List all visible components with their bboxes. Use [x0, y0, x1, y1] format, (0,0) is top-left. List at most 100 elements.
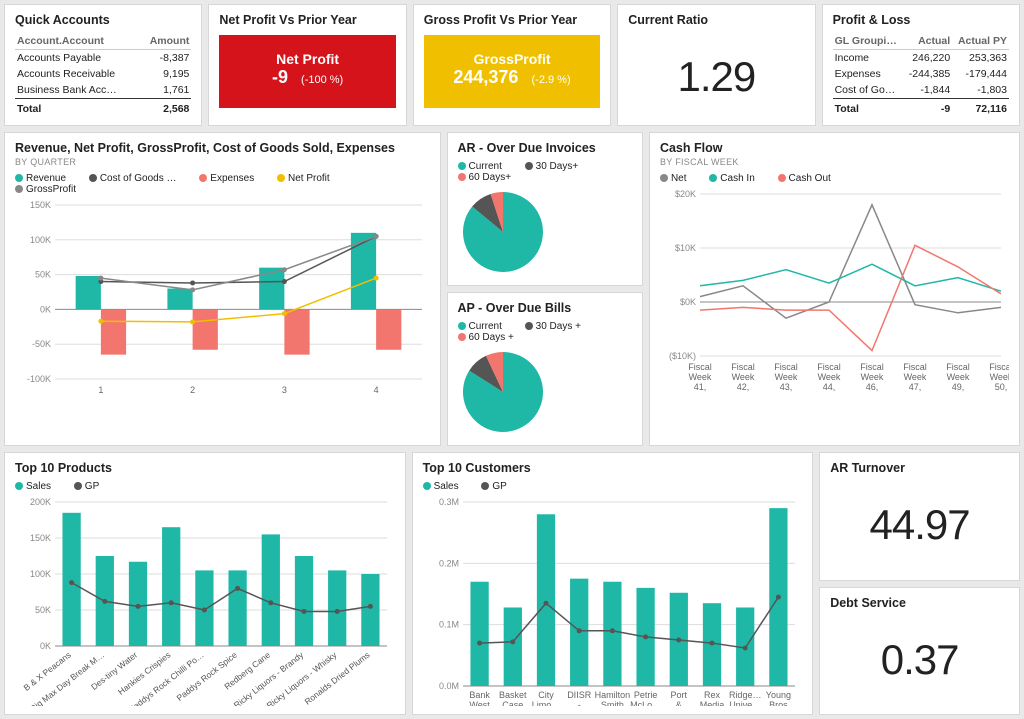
svg-text:West: West: [469, 700, 490, 706]
svg-text:Week: Week: [904, 372, 927, 382]
svg-text:Week: Week: [861, 372, 884, 382]
kpi-box: Net Profit -9 (-100 %): [219, 35, 395, 108]
profit-loss-table: GL Groupi…ActualActual PY Income246,2202…: [833, 33, 1009, 117]
net-profit-kpi-card[interactable]: Net Profit Vs Prior Year Net Profit -9 (…: [208, 4, 406, 126]
svg-text:Unive…: Unive…: [729, 700, 761, 706]
svg-text:Week: Week: [947, 372, 970, 382]
svg-text:43,: 43,: [780, 382, 793, 392]
svg-text:Young: Young: [765, 690, 790, 700]
svg-text:Smith: Smith: [600, 700, 623, 706]
svg-text:0K: 0K: [40, 304, 51, 314]
svg-text:Hamilton: Hamilton: [594, 690, 630, 700]
svg-text:$0K: $0K: [680, 297, 696, 307]
svg-text:50K: 50K: [35, 270, 51, 280]
svg-text:47,: 47,: [909, 382, 922, 392]
svg-text:McLo…: McLo…: [630, 700, 661, 706]
svg-text:3: 3: [282, 385, 287, 395]
cashflow-chart: ($10K)$0K$10K$20KFiscalWeek41,FiscalWeek…: [660, 188, 1009, 398]
svg-text:Fiscal: Fiscal: [774, 362, 798, 372]
chart-legend: Current 30 Days+ 60 Days+: [458, 161, 632, 183]
quarterly-chart-card[interactable]: Revenue, Net Profit, GrossProfit, Cost o…: [4, 132, 441, 446]
svg-text:Paddys Rock Spice: Paddys Rock Spice: [175, 650, 239, 703]
svg-text:100K: 100K: [30, 235, 51, 245]
svg-text:Fiscal: Fiscal: [731, 362, 755, 372]
svg-text:200K: 200K: [30, 497, 51, 507]
svg-text:44,: 44,: [823, 382, 836, 392]
svg-text:Fiscal: Fiscal: [903, 362, 927, 372]
svg-text:150K: 150K: [30, 533, 51, 543]
card-title: Net Profit Vs Prior Year: [219, 13, 395, 27]
card-title: Cash Flow: [660, 141, 1009, 155]
svg-text:4: 4: [374, 385, 379, 395]
table-row: Cost of Go…-1,844-1,803: [833, 82, 1009, 99]
card-title: Gross Profit Vs Prior Year: [424, 13, 600, 27]
card-title: Revenue, Net Profit, GrossProfit, Cost o…: [15, 141, 430, 155]
svg-text:2: 2: [190, 385, 195, 395]
table-row: Accounts Receivable9,195: [15, 66, 191, 82]
card-title: AP - Over Due Bills: [458, 301, 632, 315]
svg-text:Fiscal: Fiscal: [860, 362, 884, 372]
quarterly-chart: -100K-50K0K50K100K150K1234: [15, 199, 430, 399]
svg-text:Rex: Rex: [704, 690, 721, 700]
svg-text:100K: 100K: [30, 569, 51, 579]
svg-text:42,: 42,: [737, 382, 750, 392]
table-row: Expenses-244,385-179,444: [833, 66, 1009, 82]
cashflow-card[interactable]: Cash Flow BY FISCAL WEEK Net Cash In Cas…: [649, 132, 1020, 446]
card-title: Debt Service: [830, 596, 1009, 610]
kpi-value: 0.37: [830, 612, 1009, 698]
quick-accounts-table: Account.AccountAmount Accounts Payable-8…: [15, 33, 191, 117]
ap-pie-chart: [458, 347, 548, 437]
profit-loss-card[interactable]: Profit & Loss GL Groupi…ActualActual PY …: [822, 4, 1020, 126]
debt-service-card[interactable]: Debt Service 0.37: [819, 587, 1020, 716]
svg-text:&: &: [675, 700, 681, 706]
svg-text:Fiscal: Fiscal: [688, 362, 712, 372]
svg-text:Basket: Basket: [499, 690, 527, 700]
svg-text:Port: Port: [670, 690, 687, 700]
svg-text:Media: Media: [699, 700, 724, 706]
chart-legend: Sales GP: [15, 481, 395, 492]
svg-text:Week: Week: [818, 372, 841, 382]
top-products-chart: 0K50K100K150K200KB & X PeacansBig Max Da…: [15, 496, 395, 706]
ar-pie-chart: [458, 187, 548, 277]
svg-text:Week: Week: [689, 372, 712, 382]
svg-text:46,: 46,: [866, 382, 879, 392]
svg-text:50,: 50,: [995, 382, 1008, 392]
top-customers-chart: 0.0M0.1M0.2M0.3MBankWestBasketCaseCityLi…: [423, 496, 803, 706]
svg-text:$10K: $10K: [675, 243, 696, 253]
current-ratio-card[interactable]: Current Ratio 1.29: [617, 4, 815, 126]
svg-text:0.0M: 0.0M: [439, 681, 459, 691]
svg-text:-100K: -100K: [27, 374, 51, 384]
svg-text:0.3M: 0.3M: [439, 497, 459, 507]
svg-text:DIISR: DIISR: [567, 690, 592, 700]
svg-text:0.2M: 0.2M: [439, 558, 459, 568]
card-title: AR Turnover: [830, 461, 1009, 475]
svg-text:Bros: Bros: [769, 700, 788, 706]
card-title: Current Ratio: [628, 13, 804, 27]
card-title: Profit & Loss: [833, 13, 1009, 27]
kpi-box: GrossProfit 244,376 (-2.9 %): [424, 35, 600, 108]
svg-text:Ridge…: Ridge…: [729, 690, 762, 700]
svg-text:Case: Case: [502, 700, 523, 706]
svg-text:Week: Week: [990, 372, 1009, 382]
chart-legend: Revenue Cost of Goods … Expenses Net Pro…: [15, 173, 430, 195]
svg-text:Week: Week: [775, 372, 798, 382]
chart-legend: Current 30 Days + 60 Days +: [458, 321, 632, 343]
table-row: Income246,220253,363: [833, 50, 1009, 67]
svg-text:Limo…: Limo…: [531, 700, 560, 706]
top-products-card[interactable]: Top 10 Products Sales GP 0K50K100K150K20…: [4, 452, 406, 715]
card-title: AR - Over Due Invoices: [458, 141, 632, 155]
svg-text:0.1M: 0.1M: [439, 620, 459, 630]
gross-profit-kpi-card[interactable]: Gross Profit Vs Prior Year GrossProfit 2…: [413, 4, 611, 126]
quick-accounts-card[interactable]: Quick Accounts Account.AccountAmount Acc…: [4, 4, 202, 126]
ar-turnover-card[interactable]: AR Turnover 44.97: [819, 452, 1020, 581]
top-customers-card[interactable]: Top 10 Customers Sales GP 0.0M0.1M0.2M0.…: [412, 452, 814, 715]
ap-due-card[interactable]: AP - Over Due Bills Current 30 Days + 60…: [447, 292, 643, 446]
svg-text:0K: 0K: [40, 641, 51, 651]
card-title: Quick Accounts: [15, 13, 191, 27]
svg-text:-: -: [577, 700, 580, 706]
svg-text:50K: 50K: [35, 605, 51, 615]
svg-text:($10K): ($10K): [669, 351, 696, 361]
chart-legend: Sales GP: [423, 481, 803, 492]
svg-text:Fiscal: Fiscal: [817, 362, 841, 372]
ar-due-card[interactable]: AR - Over Due Invoices Current 30 Days+ …: [447, 132, 643, 286]
